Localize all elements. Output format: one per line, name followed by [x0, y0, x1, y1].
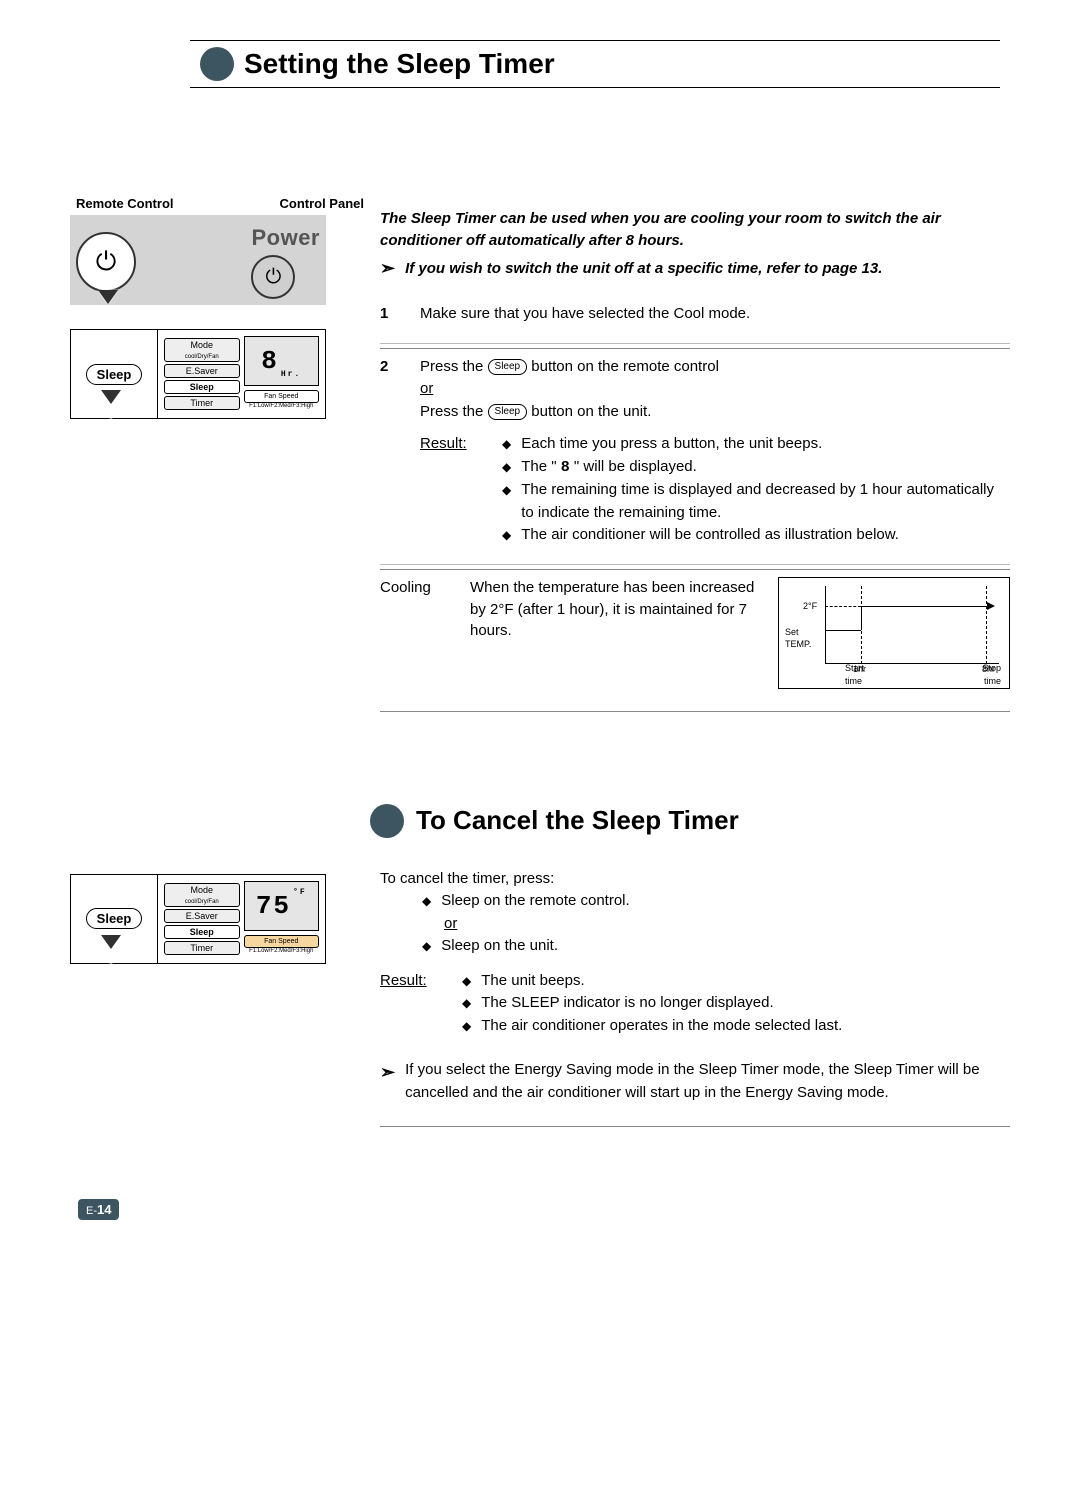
left-headers: Remote Control Control Panel [70, 196, 370, 215]
bullet-icon [462, 1015, 471, 1038]
separator [380, 348, 1010, 349]
left-column: Remote Control Control Panel ⏻ Power ⏻ S… [70, 118, 370, 724]
step-2: 2 Press the Sleep button on the remote c… [380, 356, 1010, 547]
right-column: The Sleep Timer can be used when you are… [370, 118, 1010, 724]
chart-temp-label: TEMP. [785, 638, 811, 651]
chart-stop-label: Stoptime [982, 662, 1001, 688]
esaver-button[interactable]: E.Saver [164, 909, 240, 923]
fan-speed-legend: F1:Low/F2:Med/F3:High [244, 948, 320, 954]
intro-paragraph: The Sleep Timer can be used when you are… [380, 208, 1010, 252]
result-item: The air conditioner will be controlled a… [521, 524, 899, 547]
display-readout: 8 Hr. [244, 336, 320, 386]
remote-control-header: Remote Control [76, 196, 174, 211]
or-label: or [444, 913, 457, 936]
control-panel-illustration-2: Sleep Mode cool/Dry/Fan E.Saver Sleep Ti… [70, 874, 326, 964]
or-label: or [420, 380, 433, 397]
bullet-icon [502, 433, 511, 456]
fan-speed-button[interactable]: Fan Speed [244, 390, 320, 403]
step-1: 1 Make sure that you have selected the C… [380, 303, 1010, 326]
separator [380, 1126, 1010, 1127]
sleep-button[interactable]: Sleep [164, 380, 240, 394]
power-buttons-box: ⏻ Power ⏻ [70, 215, 326, 305]
result-item: The unit beeps. [481, 970, 584, 993]
mode-button[interactable]: Mode cool/Dry/Fan [164, 338, 240, 362]
pointer-icon [101, 935, 121, 949]
cooling-label: Cooling [380, 577, 450, 689]
cooling-text: When the temperature has been increased … [470, 577, 758, 689]
separator [380, 564, 1010, 565]
esaver-button[interactable]: E.Saver [164, 364, 240, 378]
fan-speed-legend: F1:Low/F2:Med/F3:High [244, 403, 320, 409]
result-item: The SLEEP indicator is no longer display… [481, 992, 773, 1015]
separator [380, 569, 1010, 570]
panel-power-button[interactable]: ⏻ [251, 255, 295, 299]
control-panel-header: Control Panel [279, 196, 364, 211]
section2-title: To Cancel the Sleep Timer [416, 805, 739, 836]
cancel-item: Sleep on the unit. [441, 935, 558, 958]
bullet-icon [502, 456, 511, 479]
result-label: Result: [420, 433, 490, 547]
step-2-line-2: Press the Sleep button on the unit. [420, 401, 1010, 424]
timer-button[interactable]: Timer [164, 941, 240, 955]
separator [380, 711, 1010, 712]
fan-speed-button[interactable]: Fan Speed [244, 935, 320, 948]
power-label: Power [251, 225, 320, 251]
chart-2f-label: 2°F [803, 600, 817, 613]
cancel-lead: To cancel the timer, press: [380, 868, 1010, 891]
remote-sleep-button[interactable]: Sleep [86, 364, 143, 385]
result-item: The remaining time is displayed and decr… [521, 479, 1010, 524]
bullet-icon [422, 890, 431, 913]
intro-note: If you wish to switch the unit off at a … [405, 258, 882, 280]
bullet-icon [462, 992, 471, 1015]
step-number: 2 [380, 356, 420, 379]
page-footer: E-14 [78, 1199, 1010, 1220]
sleep-button[interactable]: Sleep [164, 925, 240, 939]
bullet-icon [462, 970, 471, 993]
step-text: Make sure that you have selected the Coo… [420, 303, 1010, 326]
bullet-icon [422, 935, 431, 958]
remote-power-button[interactable]: ⏻ [76, 232, 136, 292]
result-item: The air conditioner operates in the mode… [481, 1015, 842, 1038]
title-badge-icon [200, 47, 234, 81]
section-title-row: Setting the Sleep Timer [190, 40, 1000, 88]
result-label: Result: [380, 970, 450, 1038]
remote-sleep-button[interactable]: Sleep [86, 908, 143, 929]
result-item: The " 8 " will be displayed. [521, 456, 697, 480]
separator [380, 343, 1010, 344]
left-column-2: Sleep Mode cool/Dry/Fan E.Saver Sleep Ti… [70, 868, 370, 1140]
pointer-icon [98, 290, 118, 304]
display-readout: 75 °F [244, 881, 320, 931]
cooling-row: Cooling When the temperature has been in… [380, 577, 1010, 689]
sleep-timer-chart: 2°F Set TEMP. 1hr 8hr Starttime Stoptime [778, 577, 1010, 689]
sleep-pill-icon: Sleep [488, 359, 528, 375]
pointer-icon [101, 390, 121, 404]
right-column-2: To cancel the timer, press: Sleep on the… [370, 868, 1010, 1140]
section-title: Setting the Sleep Timer [244, 48, 555, 80]
control-panel-illustration-1: Sleep Mode cool/Dry/Fan E.Saver Sleep Ti… [70, 329, 326, 419]
bullet-icon [502, 524, 511, 547]
sleep-pill-icon: Sleep [488, 404, 528, 420]
chart-start-label: Starttime [845, 662, 864, 688]
step-2-line-1: Press the Sleep button on the remote con… [420, 356, 1010, 379]
result-item: Each time you press a button, the unit b… [521, 433, 822, 456]
bullet-icon [502, 479, 511, 502]
page-number: E-14 [78, 1199, 119, 1220]
step-number: 1 [380, 303, 420, 326]
title-badge-icon [370, 804, 404, 838]
note-arrow-icon [380, 1059, 395, 1086]
cancel-item: Sleep on the remote control. [441, 890, 629, 913]
energy-saving-note: If you select the Energy Saving mode in … [405, 1059, 1010, 1104]
note-arrow-icon [380, 258, 395, 279]
mode-button[interactable]: Mode cool/Dry/Fan [164, 883, 240, 907]
timer-button[interactable]: Timer [164, 396, 240, 410]
